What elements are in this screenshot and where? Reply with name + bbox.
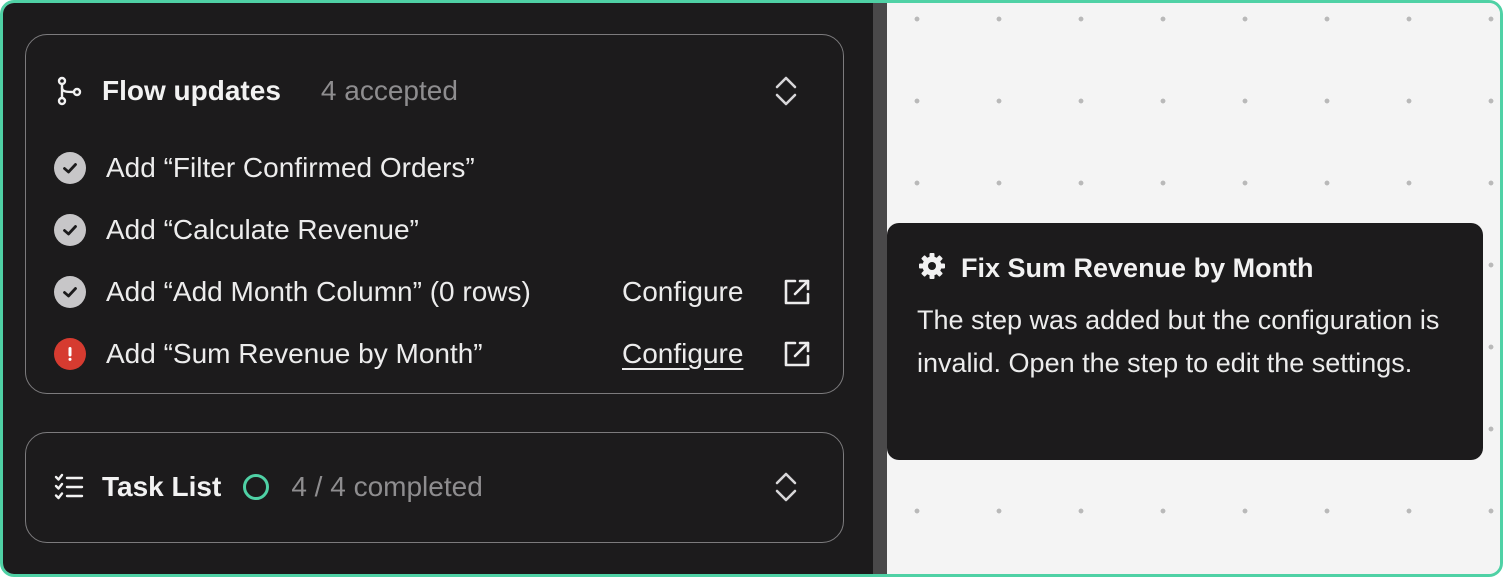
tooltip: Fix Sum Revenue by Month The step was ad… [887,223,1483,460]
panel-resize-handle[interactable] [873,3,887,574]
external-link-icon[interactable] [780,275,814,309]
configure-link[interactable]: Configure [622,338,743,370]
branch-icon [54,76,84,106]
check-circle-icon [54,276,86,308]
gear-icon [917,251,947,286]
list-item: Add “Calculate Revenue” [54,199,819,261]
task-list-header[interactable]: Task List 4 / 4 completed [54,467,819,507]
flow-updates-count: 4 accepted [320,75,458,106]
left-panel: Flow updates 4 accepted Add “Filter Conf… [3,3,873,574]
flow-item-label: Add “Add Month Column” (0 rows) [106,276,531,307]
flow-updates-card: Flow updates 4 accepted Add “Filter Conf… [25,34,844,394]
flow-updates-header[interactable]: Flow updates 4 accepted [54,71,819,111]
chevron-up-down-icon[interactable] [771,467,801,507]
task-list-title: Task List [102,471,222,502]
list-item: Add “Add Month Column” (0 rows) Configur… [54,261,819,323]
checklist-icon [54,472,84,502]
list-item: Add “Sum Revenue by Month” Configure [54,323,819,385]
check-circle-icon [54,152,86,184]
tooltip-body: The step was added but the configuration… [917,305,1440,378]
external-link-icon[interactable] [780,337,814,371]
task-list-card: Task List 4 / 4 completed [25,432,844,543]
list-item: Add “Filter Confirmed Orders” [54,137,819,199]
chevron-up-down-icon[interactable] [771,71,801,111]
flow-updates-title: Flow updates [102,75,281,106]
task-list-progress: 4 / 4 completed [291,471,483,502]
flow-item-label: Add “Calculate Revenue” [106,214,419,245]
app-frame: Flow updates 4 accepted Add “Filter Conf… [0,0,1503,577]
flow-item-label: Add “Sum Revenue by Month” [106,338,483,369]
progress-ring-icon [243,474,270,500]
flow-updates-list: Add “Filter Confirmed Orders” Add “Calcu… [54,137,819,385]
exclamation-circle-icon [54,338,86,370]
configure-button[interactable]: Configure [622,276,743,308]
flow-item-label: Add “Filter Confirmed Orders” [106,152,475,183]
check-circle-icon [54,214,86,246]
tooltip-header: Fix Sum Revenue by Month [917,251,1314,286]
tooltip-title: Fix Sum Revenue by Month [961,253,1314,283]
